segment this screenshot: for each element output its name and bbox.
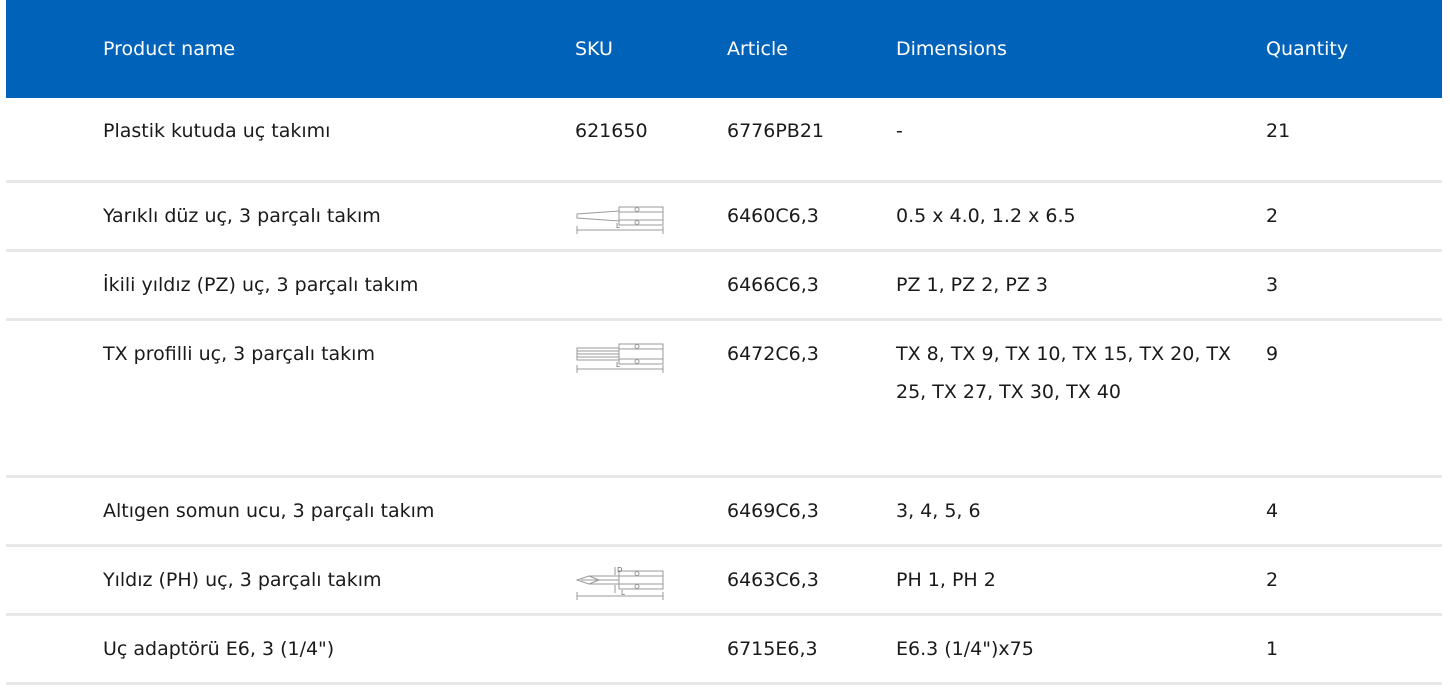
sku-cell — [575, 476, 727, 547]
article-cell: 6776PB21 — [727, 98, 896, 183]
dimensions-cell: E6.3 (1/4")x75 — [896, 614, 1266, 685]
product-name-cell: İkili yıldız (PZ) uç, 3 parçalı takım — [6, 250, 575, 321]
table-row[interactable]: Plastik kutuda uç takımı 621650 6776PB21… — [6, 98, 1442, 183]
quantity-cell: 2 — [1266, 181, 1442, 252]
quantity-cell: 21 — [1266, 98, 1442, 183]
product-table-container: Product name SKU Article Dimensions Quan… — [0, 0, 1450, 693]
article-cell: 6472C6,3 — [727, 319, 896, 478]
column-header-article[interactable]: Article — [727, 0, 896, 98]
quantity-cell: 1 — [1266, 614, 1442, 685]
svg-text:D: D — [617, 566, 622, 574]
dimensions-cell: TX 8, TX 9, TX 10, TX 15, TX 20, TX 25, … — [896, 319, 1266, 478]
sku-cell — [575, 614, 727, 685]
table-row[interactable]: İkili yıldız (PZ) uç, 3 parçalı takım 64… — [6, 250, 1442, 321]
product-table: Product name SKU Article Dimensions Quan… — [6, 0, 1442, 685]
column-header-product-name[interactable]: Product name — [6, 0, 575, 98]
product-name-cell: TX profilli uç, 3 parçalı takım — [6, 319, 575, 478]
article-cell: 6469C6,3 — [727, 476, 896, 547]
sku-cell: L — [575, 319, 727, 478]
product-name-cell: Yarıklı düz uç, 3 parçalı takım — [6, 181, 575, 252]
dimensions-cell: - — [896, 98, 1266, 183]
slotted-bit-drawing-icon: L — [576, 206, 664, 234]
table-row[interactable]: Yıldız (PH) uç, 3 parçalı takım D L 6463… — [6, 545, 1442, 616]
table-row[interactable]: Uç adaptörü E6, 3 (1/4") 6715E6,3 E6.3 (… — [6, 614, 1442, 685]
quantity-cell: 2 — [1266, 545, 1442, 616]
svg-text:L: L — [616, 361, 620, 369]
sku-cell: 621650 — [575, 98, 727, 183]
table-header-row: Product name SKU Article Dimensions Quan… — [6, 0, 1442, 98]
column-header-sku[interactable]: SKU — [575, 0, 727, 98]
quantity-cell: 4 — [1266, 476, 1442, 547]
product-name-cell: Plastik kutuda uç takımı — [6, 98, 575, 183]
dimensions-cell: PZ 1, PZ 2, PZ 3 — [896, 250, 1266, 321]
table-row[interactable]: Yarıklı düz uç, 3 parçalı takım L 6460C6… — [6, 181, 1442, 252]
article-cell: 6463C6,3 — [727, 545, 896, 616]
product-name-cell: Yıldız (PH) uç, 3 parçalı takım — [6, 545, 575, 616]
column-header-dimensions[interactable]: Dimensions — [896, 0, 1266, 98]
sku-cell: D L — [575, 545, 727, 616]
dimensions-cell: 0.5 x 4.0, 1.2 x 6.5 — [896, 181, 1266, 252]
sku-cell: L — [575, 181, 727, 252]
article-cell: 6715E6,3 — [727, 614, 896, 685]
svg-text:L: L — [616, 222, 620, 230]
quantity-cell: 9 — [1266, 319, 1442, 478]
phillips-bit-drawing-icon: D L — [575, 566, 664, 600]
sku-cell — [575, 250, 727, 321]
article-cell: 6460C6,3 — [727, 181, 896, 252]
torx-bit-drawing-icon: L — [576, 343, 664, 373]
table-row[interactable]: TX profilli uç, 3 parçalı takım L 6472C6… — [6, 319, 1442, 478]
quantity-cell: 3 — [1266, 250, 1442, 321]
product-name-cell: Altıgen somun ucu, 3 parçalı takım — [6, 476, 575, 547]
product-name-cell: Uç adaptörü E6, 3 (1/4") — [6, 614, 575, 685]
dimensions-cell: 3, 4, 5, 6 — [896, 476, 1266, 547]
dimensions-cell: PH 1, PH 2 — [896, 545, 1266, 616]
column-header-quantity[interactable]: Quantity — [1266, 0, 1442, 98]
svg-text:L: L — [621, 589, 625, 597]
article-cell: 6466C6,3 — [727, 250, 896, 321]
table-row[interactable]: Altıgen somun ucu, 3 parçalı takım 6469C… — [6, 476, 1442, 547]
